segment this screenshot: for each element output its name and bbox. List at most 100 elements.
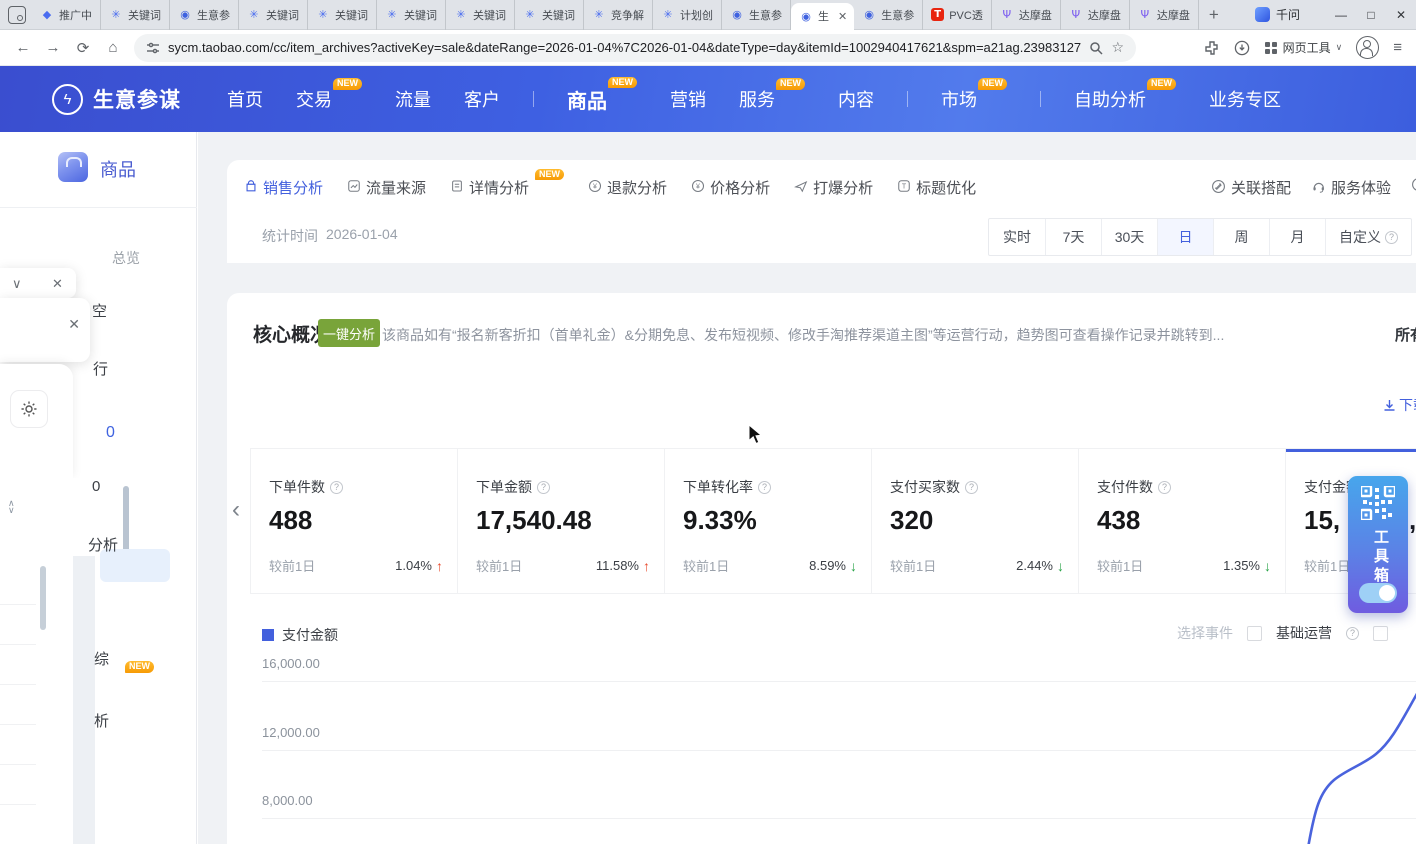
download-icon[interactable] (1234, 40, 1250, 56)
close-icon[interactable]: ✕ (68, 316, 80, 333)
subnav-tab-销售分析[interactable]: 销售分析 (244, 177, 323, 198)
range-30天[interactable]: 30天 (1101, 219, 1157, 255)
subnav-right-links: 关联搭配服务体验 (1211, 172, 1416, 202)
reload-icon[interactable]: ⟳ (70, 39, 96, 57)
close-tab-icon[interactable]: ✕ (838, 10, 847, 23)
browser-tab[interactable]: ◉生意参 (170, 0, 239, 30)
browser-tab[interactable]: ◉生意参 (722, 0, 791, 30)
scrollbar-thumb[interactable] (40, 566, 46, 630)
nav-item-商品[interactable]: 商品NEW (567, 85, 637, 114)
browser-tab[interactable]: ◉生意参 (854, 0, 923, 30)
new-tab-button[interactable]: + (1209, 5, 1219, 25)
browser-tab[interactable]: ✳关键词 (446, 0, 515, 30)
browser-tab[interactable]: ✳关键词 (515, 0, 584, 30)
subnav-link-服务体验[interactable]: 服务体验 (1311, 177, 1391, 198)
help-icon[interactable]: ? (965, 481, 978, 494)
tab-search-icon[interactable] (8, 6, 26, 24)
browser-tab[interactable]: Ψ达摩盘 (1061, 0, 1130, 30)
range-日[interactable]: 日 (1157, 219, 1213, 255)
subnav-tab-标题优化[interactable]: T标题优化 (897, 177, 976, 198)
download-link[interactable]: 下载 (1383, 395, 1416, 415)
nav-item-服务[interactable]: 服务NEW (739, 86, 805, 112)
help-icon[interactable]: ? (758, 481, 771, 494)
help-icon[interactable]: ? (330, 481, 343, 494)
subnav-tab-详情分析[interactable]: 详情分析NEW (450, 177, 564, 198)
sidebar-item-fragment[interactable]: 析 (94, 710, 109, 731)
sidebar-item-fragment[interactable]: 0 (106, 424, 115, 442)
toolbox-toggle[interactable] (1359, 583, 1397, 603)
range-自定义[interactable]: 自定义? (1325, 219, 1411, 255)
range-周[interactable]: 周 (1213, 219, 1269, 255)
collapse-chevron-icon[interactable]: ∨ (12, 276, 22, 292)
all-metrics-link[interactable]: 所有 (1395, 324, 1416, 345)
home-icon[interactable]: ⌂ (100, 39, 126, 56)
range-实时[interactable]: 实时 (989, 219, 1045, 255)
browser-tab[interactable]: ✳关键词 (377, 0, 446, 30)
event-checkbox-2[interactable] (1373, 626, 1388, 641)
browser-tab[interactable]: ✳计划创 (653, 0, 722, 30)
sort-chevrons-icon[interactable]: ∧∨ (8, 500, 15, 514)
nav-item-营销[interactable]: 营销 (670, 86, 706, 112)
cards-scroll-left-icon[interactable]: ‹ (232, 496, 240, 524)
site-settings-icon[interactable] (146, 41, 160, 55)
help-icon[interactable]: ? (537, 481, 550, 494)
browser-tab[interactable]: ✳关键词 (239, 0, 308, 30)
browser-tab[interactable]: TPVC透 (923, 0, 992, 30)
y-axis-tick: 8,000.00 (262, 793, 313, 808)
metric-card-下单转化率[interactable]: 下单转化率?9.33%较前1日8.59%↓ (665, 449, 872, 593)
browser-tab[interactable]: Ψ达摩盘 (992, 0, 1061, 30)
web-tools-button[interactable]: 网页工具 ∨ (1264, 39, 1343, 56)
minimize-button[interactable]: — (1326, 8, 1356, 22)
maximize-button[interactable]: □ (1356, 8, 1386, 22)
help-icon[interactable]: ? (1158, 481, 1171, 494)
browser-menu-icon[interactable]: ≡ (1393, 39, 1402, 56)
nav-item-业务专区[interactable]: 业务专区 (1209, 86, 1281, 112)
settings-button[interactable] (10, 390, 48, 428)
zoom-icon[interactable] (1089, 41, 1103, 55)
forward-icon[interactable]: → (40, 39, 66, 56)
nav-item-首页[interactable]: 首页 (227, 86, 263, 112)
metric-card-下单金额[interactable]: 下单金额?17,540.48较前1日11.58%↑ (458, 449, 665, 593)
one-click-analyze-button[interactable]: 一键分析 (318, 319, 380, 347)
nav-item-流量[interactable]: 流量 (395, 86, 431, 112)
extensions-icon[interactable] (1204, 40, 1220, 56)
address-bar[interactable]: sycm.taobao.com/cc/item_archives?activeK… (134, 34, 1136, 62)
event-checkbox-1[interactable] (1247, 626, 1262, 641)
range-7天[interactable]: 7天 (1045, 219, 1101, 255)
subnav-link-关联搭配[interactable]: 关联搭配 (1211, 177, 1291, 198)
nav-item-客户[interactable]: 客户 (464, 86, 500, 112)
browser-tab[interactable]: ✳关键词 (101, 0, 170, 30)
browser-tab[interactable]: ✳关键词 (308, 0, 377, 30)
browser-tab[interactable]: ◆推广中 (32, 0, 101, 30)
range-月[interactable]: 月 (1269, 219, 1325, 255)
subnav-tab-退款分析[interactable]: ¥退款分析 (588, 177, 667, 198)
nav-item-市场[interactable]: 市场NEW (941, 86, 1007, 112)
sidebar-item-fragment[interactable]: 空 (92, 300, 107, 321)
nav-item-内容[interactable]: 内容 (838, 86, 874, 112)
subnav-tab-打爆分析[interactable]: 打爆分析 (794, 177, 873, 198)
profile-avatar[interactable] (1356, 36, 1379, 59)
bookmark-star-icon[interactable]: ☆ (1111, 39, 1124, 56)
close-window-button[interactable]: ✕ (1386, 8, 1416, 22)
sidebar-item-fragment[interactable]: 0 (92, 478, 100, 495)
assistant-button[interactable]: 千问 (1255, 6, 1300, 23)
sidebar-item-fragment[interactable]: 行 (93, 358, 108, 379)
sidebar-item-fragment[interactable]: 分析 (88, 534, 118, 555)
back-icon[interactable]: ← (10, 39, 36, 56)
list-row-divider (0, 724, 36, 725)
close-icon[interactable]: ✕ (52, 276, 63, 292)
help-icon[interactable]: ? (1346, 627, 1359, 640)
browser-tab[interactable]: Ψ达摩盘 (1130, 0, 1199, 30)
sidebar-item-fragment[interactable]: 综 (94, 648, 109, 669)
nav-item-交易[interactable]: 交易NEW (296, 86, 362, 112)
subnav-tab-流量来源[interactable]: 流量来源 (347, 177, 426, 198)
metric-card-支付买家数[interactable]: 支付买家数?320较前1日2.44%↓ (872, 449, 1079, 593)
subnav-tab-价格分析[interactable]: ¥价格分析 (691, 177, 770, 198)
browser-tab[interactable]: ✳竞争解 (584, 0, 653, 30)
metric-card-支付件数[interactable]: 支付件数?438较前1日1.35%↓ (1079, 449, 1286, 593)
sidebar-item-overview[interactable]: 总览 (112, 248, 140, 268)
toolbox-widget[interactable]: 工具箱 (1348, 476, 1408, 613)
browser-tab[interactable]: ◉生✕ (791, 3, 854, 30)
metric-card-下单件数[interactable]: 下单件数?488较前1日1.04%↑ (251, 449, 458, 593)
nav-item-自助分析[interactable]: 自助分析NEW (1074, 86, 1176, 112)
